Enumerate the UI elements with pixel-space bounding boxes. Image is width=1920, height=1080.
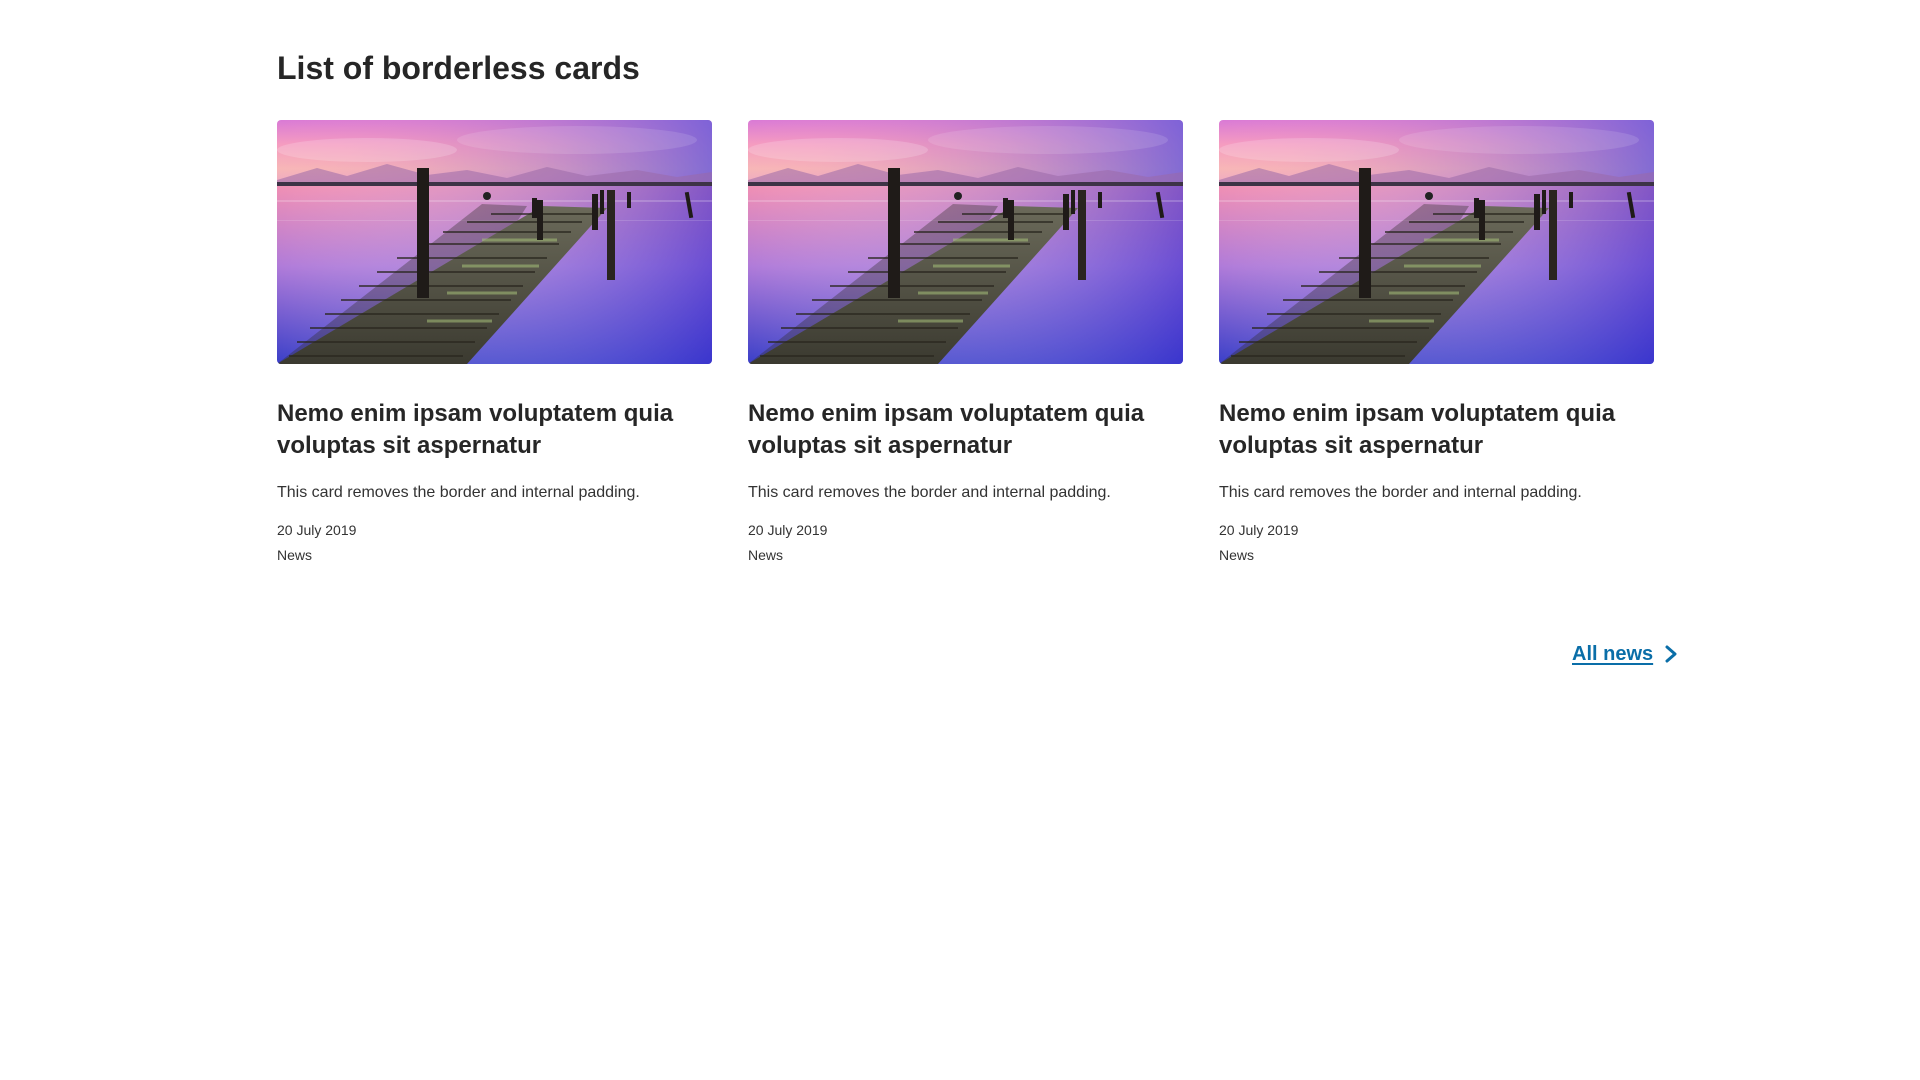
card[interactable]: Nemo enim ipsam voluptatem quia voluptas… [1219, 120, 1654, 565]
card-category: News [748, 547, 784, 563]
section-title: List of borderless cards [277, 50, 640, 86]
card-image[interactable] [748, 120, 1183, 364]
card-title[interactable]: Nemo enim ipsam voluptatem quia voluptas… [1219, 398, 1654, 462]
card-title[interactable]: Nemo enim ipsam voluptatem quia voluptas… [748, 398, 1183, 462]
card-image[interactable] [1219, 120, 1654, 364]
card-date: 20 July 2019 [1219, 522, 1299, 538]
card-category: News [1219, 547, 1255, 563]
all-news-link[interactable]: All news [1572, 640, 1679, 668]
card-date: 20 July 2019 [277, 522, 357, 538]
card-description: This card removes the border and interna… [277, 484, 640, 501]
chevron-right-icon [1665, 645, 1677, 663]
card-title[interactable]: Nemo enim ipsam voluptatem quia voluptas… [277, 398, 712, 462]
page: List of borderless cards Nemo enim ipsam… [0, 0, 1920, 1080]
card[interactable]: Nemo enim ipsam voluptatem quia voluptas… [748, 120, 1183, 565]
borderless-cards-section: List of borderless cards Nemo enim ipsam… [277, 48, 1670, 563]
card-image[interactable] [277, 120, 712, 364]
pier-at-sunset-image [1219, 120, 1654, 364]
card-category: News [277, 547, 313, 563]
card-description: This card removes the border and interna… [748, 484, 1111, 501]
card-description: This card removes the border and interna… [1219, 484, 1582, 501]
all-news-label: All news [1572, 643, 1654, 665]
card-list: Nemo enim ipsam voluptatem quia voluptas… [277, 120, 1670, 580]
card[interactable]: Nemo enim ipsam voluptatem quia voluptas… [277, 120, 712, 565]
pier-at-sunset-image [277, 120, 712, 364]
pier-at-sunset-image [748, 120, 1183, 364]
card-date: 20 July 2019 [748, 522, 828, 538]
